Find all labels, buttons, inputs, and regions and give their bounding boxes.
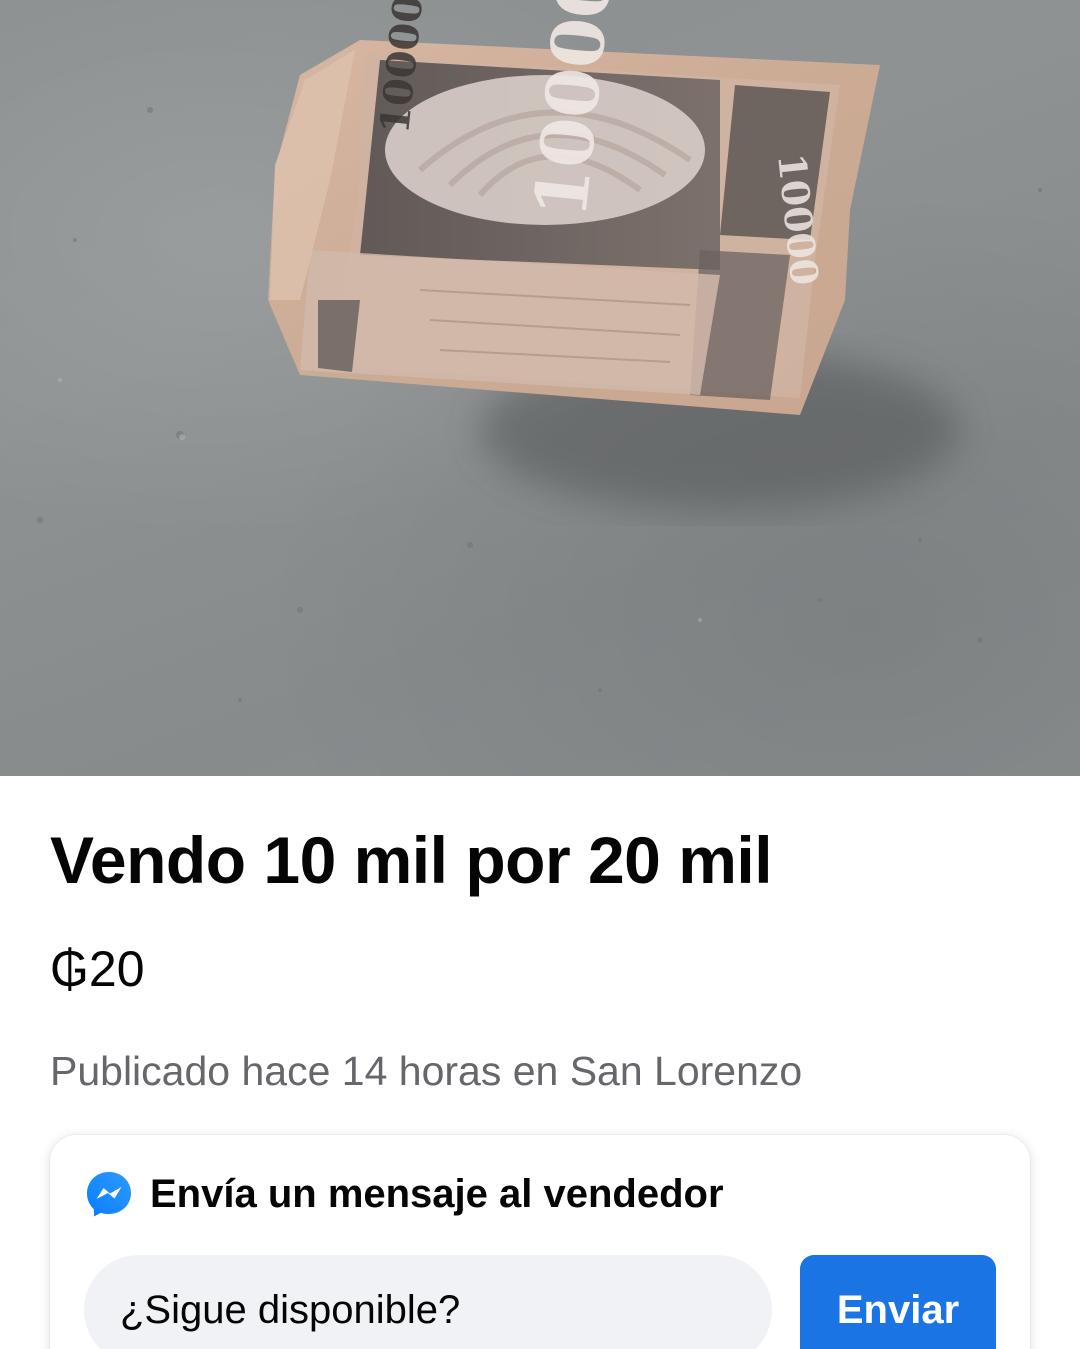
message-seller-card: Envía un mensaje al vendedor Enviar — [50, 1135, 1030, 1349]
banknote-illustration: 10000 10000 10000 — [37, 0, 1042, 702]
send-button[interactable]: Enviar — [800, 1255, 996, 1349]
message-seller-title: Envía un mensaje al vendedor — [150, 1171, 724, 1216]
message-seller-header: Envía un mensaje al vendedor — [84, 1169, 724, 1219]
banknote: 10000 10000 10000 — [268, 0, 880, 415]
listing-price: ₲20 — [50, 941, 145, 997]
messenger-icon — [84, 1169, 134, 1219]
listing-posted-info: Publicado hace 14 horas en San Lorenzo — [50, 1048, 803, 1094]
message-input[interactable] — [84, 1255, 772, 1349]
listing-photo[interactable]: 10000 10000 10000 — [0, 0, 1080, 776]
listing-title: Vendo 10 mil por 20 mil — [50, 823, 773, 897]
marketplace-listing-page: 10000 10000 10000 Vendo 10 mil por 20 mi… — [0, 0, 1080, 1349]
